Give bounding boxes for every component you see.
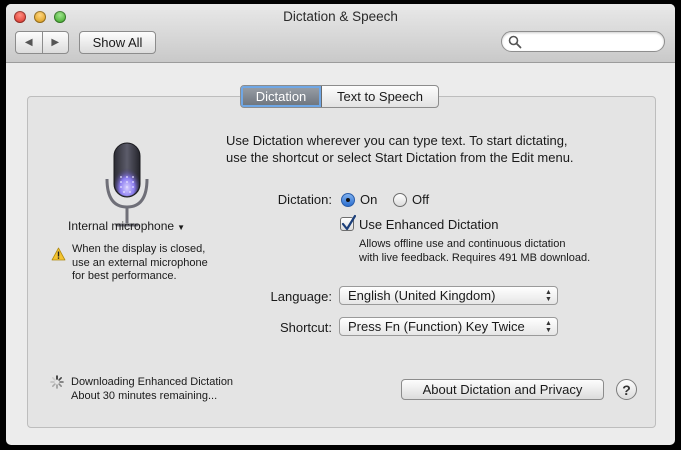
- dictation-on-label[interactable]: On: [360, 192, 377, 207]
- dictation-off-label[interactable]: Off: [412, 192, 429, 207]
- language-label: Language:: [270, 289, 332, 304]
- preferences-window: Dictation & Speech ◀ ▶ Show All Dictatio…: [6, 4, 675, 445]
- shortcut-popup[interactable]: Press Fn (Function) Key Twice ▲ ▼: [339, 317, 558, 336]
- warning-line: use an external microphone: [72, 256, 208, 269]
- back-arrow-icon[interactable]: ◀: [16, 32, 43, 53]
- dictation-label: Dictation:: [277, 192, 332, 207]
- search-input[interactable]: [526, 33, 660, 51]
- language-popup[interactable]: English (United Kingdom) ▲ ▼: [339, 286, 558, 305]
- shortcut-value: Press Fn (Function) Key Twice: [348, 319, 525, 334]
- warning-line: When the display is closed,: [72, 243, 206, 255]
- dictation-intro: Use Dictation wherever you can type text…: [226, 133, 646, 166]
- chevron-down-icon: ▼: [177, 223, 185, 232]
- description-line: Allows offline use and continuous dictat…: [359, 238, 566, 250]
- search-icon: [508, 35, 522, 49]
- spinner-icon: [50, 375, 64, 389]
- search-field[interactable]: [501, 31, 665, 52]
- description-line: with live feedback. Requires 491 MB down…: [359, 252, 591, 264]
- back-forward-control: ◀ ▶: [15, 31, 69, 54]
- enhanced-dictation-label[interactable]: Use Enhanced Dictation: [359, 217, 498, 232]
- intro-line: Use Dictation wherever you can type text…: [226, 133, 568, 148]
- forward-arrow-icon[interactable]: ▶: [43, 32, 69, 53]
- download-status-line: Downloading Enhanced Dictation: [71, 376, 234, 388]
- dictation-off-radio[interactable]: [393, 193, 407, 207]
- microphone-source-popup[interactable]: Internal microphone ▼: [68, 219, 185, 233]
- download-status: Downloading Enhanced Dictation About 30 …: [71, 375, 233, 403]
- show-all-button[interactable]: Show All: [79, 31, 156, 54]
- about-dictation-privacy-button[interactable]: About Dictation and Privacy: [401, 379, 604, 400]
- updown-arrows-icon: ▲ ▼: [545, 289, 552, 303]
- warning-line: for best performance.: [72, 270, 177, 282]
- microphone-warning: When the display is closed, use an exter…: [72, 243, 242, 284]
- window-title: Dictation & Speech: [283, 9, 398, 24]
- enhanced-dictation-description: Allows offline use and continuous dictat…: [359, 237, 590, 265]
- microphone-source-label: Internal microphone: [68, 219, 175, 233]
- enhanced-dictation-checkbox[interactable]: [340, 214, 356, 231]
- toolbar: Dictation & Speech ◀ ▶ Show All: [6, 4, 675, 63]
- language-value: English (United Kingdom): [348, 288, 496, 303]
- tab-dictation[interactable]: Dictation: [241, 86, 322, 107]
- tab-text-to-speech[interactable]: Text to Speech: [322, 86, 438, 107]
- dictation-on-radio[interactable]: [341, 193, 355, 207]
- updown-arrows-icon: ▲ ▼: [545, 320, 552, 334]
- tab-bar: Dictation Text to Speech: [240, 85, 439, 108]
- intro-line: use the shortcut or select Start Dictati…: [226, 149, 574, 165]
- checkmark-icon: [341, 214, 356, 231]
- shortcut-label: Shortcut:: [279, 320, 332, 335]
- download-status-line: About 30 minutes remaining...: [71, 390, 218, 402]
- help-button[interactable]: ?: [616, 379, 637, 400]
- warning-icon: [51, 247, 66, 261]
